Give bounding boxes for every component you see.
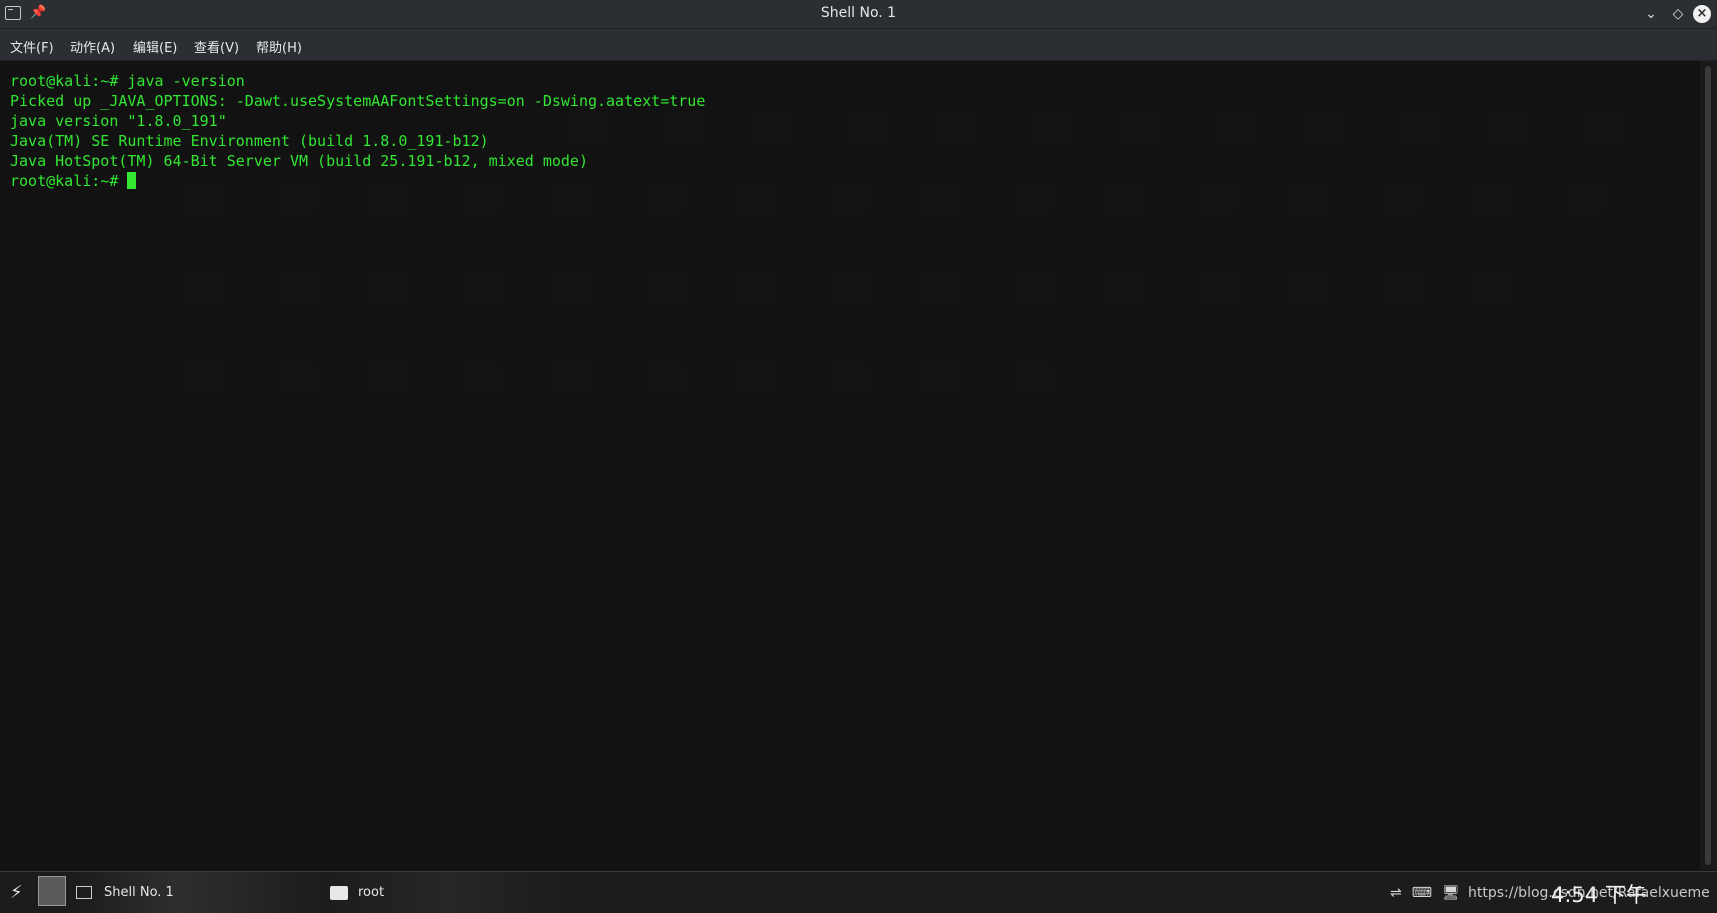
terminal-output: root@kali:~# java -version Picked up _JAV… xyxy=(10,71,705,191)
display-icon[interactable]: 🖥 xyxy=(1442,885,1460,901)
terminal-line: Java HotSpot(TM) 64-Bit Server VM (build… xyxy=(10,152,588,170)
terminal-line: java version "1.8.0_191" xyxy=(10,112,227,130)
task-root[interactable]: root xyxy=(322,872,572,913)
menu-edit[interactable]: 编辑(E) xyxy=(133,37,177,56)
clock[interactable]: 4:54 下午 xyxy=(1551,879,1647,909)
close-button[interactable]: × xyxy=(1693,5,1711,23)
menu-file[interactable]: 文件(F) xyxy=(10,37,54,56)
task-label: Shell No. 1 xyxy=(104,885,174,900)
menu-help[interactable]: 帮助(H) xyxy=(256,37,302,56)
menu-bar: 文件(F) 动作(A) 编辑(E) 查看(V) 帮助(H) xyxy=(0,29,1717,61)
task-label: root xyxy=(358,885,385,900)
terminal-line: Picked up _JAVA_OPTIONS: -Dawt.useSystem… xyxy=(10,92,706,110)
terminal-view[interactable]: root@kali:~# java -version Picked up _JAV… xyxy=(0,61,1700,870)
window-title: Shell No. 1 xyxy=(820,5,897,21)
network-icon[interactable]: ⇌ xyxy=(1390,885,1402,901)
folder-icon xyxy=(330,885,348,900)
window-titlebar: 📌 Shell No. 1 ⌄ ◇ × xyxy=(0,0,1717,29)
keyboard-icon[interactable]: ⌨ xyxy=(1412,885,1432,901)
menu-view[interactable]: 查看(V) xyxy=(194,37,239,56)
task-shell[interactable]: Shell No. 1 xyxy=(76,872,326,913)
terminal-prompt: root@kali:~# xyxy=(10,172,128,190)
terminal-line: Java(TM) SE Runtime Environment (build 1… xyxy=(10,132,489,150)
scrollbar-thumb[interactable] xyxy=(1705,66,1711,865)
desktop-pager[interactable] xyxy=(38,876,66,906)
system-tray: ⇌ ⌨ 🖥 xyxy=(1390,872,1470,913)
terminal-icon xyxy=(76,886,92,899)
maximize-button[interactable]: ◇ xyxy=(1668,4,1688,24)
application-menu-icon[interactable]: ⚡ xyxy=(10,882,23,903)
terminal-prompt-line[interactable]: root@kali:~# xyxy=(10,171,705,191)
terminal-line: root@kali:~# java -version xyxy=(10,72,245,90)
taskbar: ⚡ Shell No. 1 root ⇌ ⌨ 🖥 https://blog.cs… xyxy=(0,871,1717,913)
text-cursor xyxy=(127,172,137,189)
menu-action[interactable]: 动作(A) xyxy=(70,37,115,56)
minimize-button[interactable]: ⌄ xyxy=(1641,4,1661,24)
